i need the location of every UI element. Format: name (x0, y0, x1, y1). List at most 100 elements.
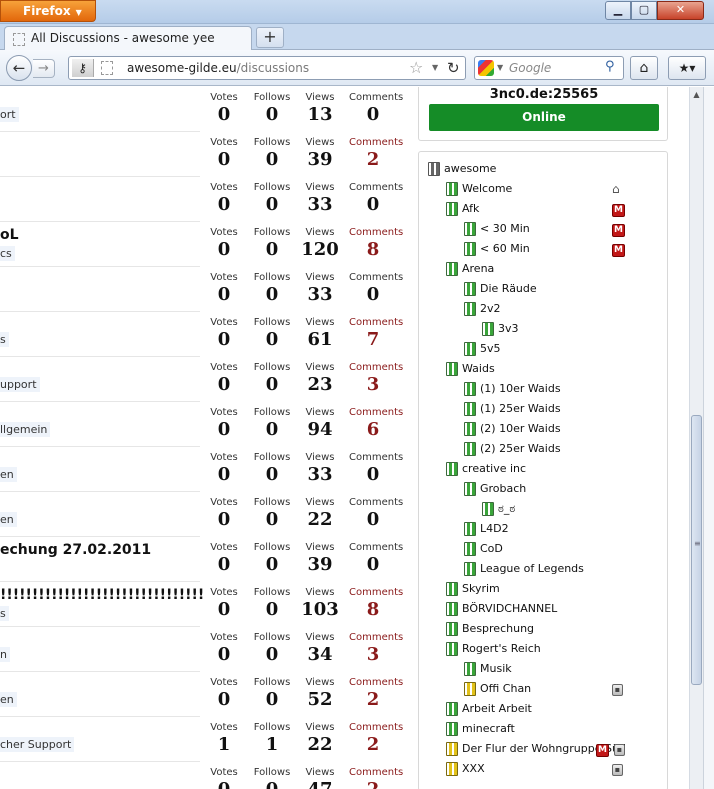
channel-item[interactable]: Afk (446, 202, 479, 222)
channel-item[interactable]: Die Räude (464, 282, 537, 302)
channel-item[interactable]: Waids (446, 362, 495, 382)
google-icon[interactable] (478, 60, 494, 76)
discussion-row[interactable]: en Votes 0 Follows 0 Views 22 Comments 0 (0, 492, 410, 537)
server-node[interactable]: awesome (428, 162, 496, 182)
minimize-button[interactable]: ▁ (605, 1, 631, 20)
follows-label: Follows (253, 137, 291, 148)
discussion-row[interactable]: cher Support Votes 1 Follows 1 Views 22 Comment… (0, 717, 410, 762)
channel-item[interactable]: (1) 10er Waids (464, 382, 561, 402)
discussion-row[interactable]: Votes 0 Follows 0 Views 33 Comments 0 (0, 267, 410, 312)
channel-item[interactable]: Skyrim (446, 582, 500, 602)
channel-item[interactable]: CoD (464, 542, 503, 562)
channel-item[interactable]: Grobach (464, 482, 526, 502)
discussion-row[interactable]: Votes0Follows0Views47Comments2 (0, 762, 410, 789)
identity-key-icon[interactable]: ⚷ (72, 59, 94, 77)
search-input[interactable]: Google (509, 61, 551, 75)
discussion-category-link[interactable]: en (0, 467, 17, 482)
votes-label: Votes (210, 137, 238, 148)
discussion-title[interactable]: !!!!!!!!!!!!!!!!!!!!!!!!!!!!!!!! (0, 587, 204, 603)
channel-item[interactable]: Welcome (446, 182, 512, 202)
magnifier-icon[interactable]: ⚲ (605, 59, 615, 74)
history-dropdown-icon[interactable]: ▼ (432, 63, 438, 72)
channel-item[interactable]: 5v5 (464, 342, 501, 362)
views-count: Views 120 (296, 227, 344, 261)
views-value: 47 (296, 779, 344, 789)
discussion-row[interactable]: llgemein Votes 0 Follows 0 Views 94 Comments 6 (0, 402, 410, 447)
discussion-row[interactable]: s Votes 0 Follows 0 Views 61 Comments 7 (0, 312, 410, 357)
discussion-category-link[interactable]: cs (0, 246, 15, 261)
comments-count: Comments 0 (349, 497, 403, 531)
discussion-row[interactable]: en Votes 0 Follows 0 Views 52 Comments 2 (0, 672, 410, 717)
discussion-row[interactable]: !!!!!!!!!!!!!!!!!!!!!!!!!!!!!!!! s Votes 0 F… (0, 582, 410, 627)
forward-button[interactable]: → (33, 59, 55, 78)
discussion-category-link[interactable]: ort (0, 107, 19, 122)
close-button[interactable]: ✕ (657, 1, 704, 20)
scroll-up-arrow-icon[interactable]: ▲ (690, 87, 703, 102)
bookmarks-button[interactable]: ★▾ (668, 56, 706, 80)
channel-item[interactable]: Musik (464, 662, 512, 682)
follows-label: Follows (253, 722, 291, 733)
channel-item[interactable]: 3v3 (482, 322, 519, 342)
discussion-category-link[interactable]: upport (0, 377, 40, 392)
discussion-category-link[interactable]: en (0, 692, 17, 707)
discussion-row[interactable]: en Votes 0 Follows 0 Views 33 Comments 0 (0, 447, 410, 492)
bookmark-star-icon[interactable]: ☆ (409, 58, 423, 77)
url-text[interactable]: awesome-gilde.eu/discussions (127, 61, 309, 75)
channel-item[interactable]: (1) 25er Waids (464, 402, 561, 422)
follows-label: Follows (253, 497, 291, 508)
channel-item[interactable]: XXX (446, 762, 485, 782)
search-box[interactable]: ▼ Google ⚲ (474, 56, 624, 80)
channel-item[interactable]: Rogert's Reich (446, 642, 541, 662)
new-tab-button[interactable]: + (256, 27, 284, 48)
channel-item[interactable]: (2) 25er Waids (464, 442, 561, 462)
channel-item[interactable]: League of Legends (464, 562, 584, 582)
channel-item[interactable]: creative inc (446, 462, 526, 482)
maximize-button[interactable]: ▢ (631, 1, 657, 20)
home-button[interactable]: ⌂ (630, 56, 658, 80)
channel-item[interactable]: < 30 Min (464, 222, 530, 242)
channel-item[interactable]: Besprechung (446, 622, 534, 642)
channel-passworded-icon (446, 762, 458, 776)
channel-item[interactable]: minecraft (446, 722, 515, 742)
discussion-category-link[interactable]: llgemein (0, 422, 51, 437)
views-count: Views 23 (296, 362, 344, 396)
discussion-row[interactable]: echung 27.02.2011 Votes 0 Follows 0 Views 39 Co… (0, 537, 410, 582)
channel-item[interactable]: L4D2 (464, 522, 509, 542)
channel-item[interactable]: Arbeit Arbeit (446, 702, 532, 722)
channel-item[interactable]: ಠ_ಠ (482, 502, 515, 522)
discussion-category-link[interactable]: n (0, 647, 10, 662)
discussion-row[interactable]: oL cs Votes 0 Follows 0 Views 120 Comments 8 (0, 222, 410, 267)
online-status-button[interactable]: Online (429, 104, 659, 131)
views-value: 13 (307, 104, 333, 125)
channel-label: (2) 10er Waids (480, 422, 561, 435)
discussion-category-link[interactable]: s (0, 606, 9, 621)
back-button[interactable]: ← (6, 55, 32, 81)
reload-icon[interactable]: ↻ (447, 59, 460, 77)
url-bar[interactable]: ⚷ awesome-gilde.eu/discussions ☆ ▼ ↻ (68, 56, 466, 80)
channel-flags: M ▪ (596, 742, 625, 762)
channel-item[interactable]: < 60 Min (464, 242, 530, 262)
search-engine-dropdown-icon[interactable]: ▼ (497, 63, 503, 72)
scrollbar-thumb[interactable]: ≡ (691, 415, 702, 685)
channel-item[interactable]: BÖRVIDCHANNEL (446, 602, 557, 622)
discussion-row[interactable]: upport Votes 0 Follows 0 Views 23 Comments 3 (0, 357, 410, 402)
discussion-category-link[interactable]: s (0, 332, 9, 347)
comments-label: Comments (349, 227, 404, 238)
comments-count: Comments 0 (349, 542, 403, 576)
discussion-category-link[interactable]: cher Support (0, 737, 75, 752)
channel-item[interactable]: (2) 10er Waids (464, 422, 561, 442)
discussion-row[interactable]: ort Votes 0 Follows 0 Views 13 Comments 0 (0, 87, 410, 132)
firefox-menu-button[interactable]: Firefox ▼ (0, 0, 96, 22)
discussion-row[interactable]: n Votes 0 Follows 0 Views 34 Comments 3 (0, 627, 410, 672)
follows-value: 0 (265, 284, 279, 305)
channel-item[interactable]: Offi Chan (464, 682, 531, 702)
tab-all-discussions[interactable]: All Discussions - awesome yee (4, 26, 252, 51)
discussion-title[interactable]: echung 27.02.2011 (0, 542, 151, 558)
discussion-row[interactable]: Votes 0 Follows 0 Views 33 Comments 0 (0, 177, 410, 222)
channel-item[interactable]: Arena (446, 262, 494, 282)
scrollbar[interactable]: ▲ ≡ (689, 87, 703, 789)
discussion-title[interactable]: oL (0, 227, 19, 243)
channel-item[interactable]: 2v2 (464, 302, 501, 322)
discussion-category-link[interactable]: en (0, 512, 17, 527)
discussion-row[interactable]: Votes 0 Follows 0 Views 39 Comments 2 (0, 132, 410, 177)
